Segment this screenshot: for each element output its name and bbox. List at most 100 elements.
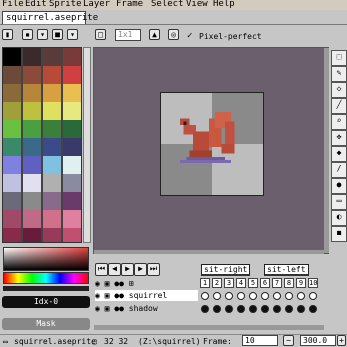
palette-swatch[interactable]	[43, 120, 61, 138]
canvas-vscroll[interactable]	[324, 48, 329, 253]
cel[interactable]	[213, 292, 221, 300]
palette-swatch[interactable]	[3, 174, 21, 192]
menu-sprite[interactable]: Sprite	[49, 0, 82, 10]
frame-header[interactable]: 10	[308, 278, 318, 288]
brush-size-input[interactable]: 1x1	[115, 29, 141, 41]
palette-swatch[interactable]	[43, 102, 61, 120]
cel[interactable]	[249, 292, 257, 300]
palette-swatch[interactable]	[63, 174, 81, 192]
layer-lock-icon[interactable]: ▣	[105, 304, 110, 313]
zoom-input[interactable]: 300.0	[300, 335, 336, 346]
eraser-icon[interactable]: ◇	[331, 82, 347, 98]
palette-swatch[interactable]	[3, 48, 21, 66]
palette-swatch[interactable]	[23, 228, 41, 242]
palette-scrollbar[interactable]	[83, 47, 91, 243]
cel[interactable]	[297, 292, 305, 300]
pencil-icon[interactable]: ✎	[331, 66, 347, 82]
layers-icon[interactable]: ■	[52, 29, 63, 40]
tag-sit-left[interactable]: sit-left	[264, 264, 309, 276]
opacity-icon[interactable]: ◎	[168, 29, 179, 40]
palette-swatch[interactable]	[23, 210, 41, 228]
cel[interactable]	[237, 292, 245, 300]
cel[interactable]	[225, 292, 233, 300]
tag-sit-right[interactable]: sit-right	[201, 264, 251, 276]
palette-swatch[interactable]	[3, 120, 21, 138]
cel[interactable]	[237, 305, 245, 313]
menu-frame[interactable]: Frame	[116, 0, 143, 10]
spray-icon[interactable]: ▭	[331, 194, 347, 210]
palette-swatch[interactable]	[63, 156, 81, 174]
palette-swatch[interactable]	[3, 138, 21, 156]
panel-toggle-icon[interactable]: ▮	[2, 29, 13, 40]
palette-swatch[interactable]	[43, 156, 61, 174]
zoom-icon[interactable]: ⌕	[331, 114, 347, 130]
frame-header[interactable]: 8	[284, 278, 294, 288]
palette-swatch[interactable]	[63, 228, 81, 242]
cel[interactable]	[261, 305, 269, 313]
palette-swatch[interactable]	[63, 138, 81, 156]
next-frame-icon[interactable]: ▶	[134, 263, 147, 276]
brush-shape-icon[interactable]: □	[95, 29, 106, 40]
palette-swatch[interactable]	[63, 210, 81, 228]
hue-slider[interactable]	[3, 272, 89, 284]
cel[interactable]	[285, 292, 293, 300]
continuous-icon[interactable]: ●●	[114, 291, 124, 300]
frame-header[interactable]: 7	[272, 278, 282, 288]
continuous-icon[interactable]: ●●	[114, 304, 124, 313]
bucket-icon[interactable]: ◆	[331, 146, 347, 162]
palette-swatch[interactable]	[63, 66, 81, 84]
palette-swatch[interactable]	[3, 66, 21, 84]
layer-lock-icon[interactable]: ▣	[105, 291, 110, 300]
blur-icon[interactable]: ●	[331, 178, 347, 194]
visibility-icon[interactable]: ◉	[95, 291, 100, 300]
palette-swatch[interactable]	[43, 138, 61, 156]
color-shade-picker[interactable]	[3, 247, 89, 271]
palette-swatch[interactable]	[63, 102, 81, 120]
frame-header[interactable]: 4	[236, 278, 246, 288]
palette-swatch[interactable]	[43, 48, 61, 66]
last-frame-icon[interactable]: ⏭	[147, 263, 160, 276]
cel[interactable]	[201, 305, 209, 313]
palette-swatch[interactable]	[3, 84, 21, 102]
frame-header[interactable]: 2	[212, 278, 222, 288]
contour-icon[interactable]: ◐	[331, 210, 347, 226]
marquee-icon[interactable]: ⬚	[331, 50, 347, 66]
sprite-canvas[interactable]	[160, 92, 264, 196]
frame-header[interactable]: 9	[296, 278, 306, 288]
cel[interactable]	[213, 305, 221, 313]
palette-swatch[interactable]	[23, 102, 41, 120]
cel[interactable]	[225, 305, 233, 313]
palette-swatch[interactable]	[23, 84, 41, 102]
grid-icon[interactable]: ▾	[37, 29, 48, 40]
palette-swatch[interactable]	[23, 156, 41, 174]
layer-row-squirrel[interactable]: ◉ ▣ ●● squirrel	[95, 290, 198, 301]
layer-row-shadow[interactable]: ◉ ▣ ●● shadow	[95, 303, 198, 314]
cel[interactable]	[285, 305, 293, 313]
frame-input[interactable]: 10	[242, 335, 278, 346]
palette-swatch[interactable]	[23, 66, 41, 84]
palette-swatch[interactable]	[23, 120, 41, 138]
canvas-hscroll[interactable]	[94, 250, 324, 254]
palette-swatch[interactable]	[63, 84, 81, 102]
palette-swatch[interactable]	[3, 102, 21, 120]
palette-swatch[interactable]	[23, 192, 41, 210]
lock-icon[interactable]: ▪	[22, 29, 33, 40]
cel[interactable]	[201, 292, 209, 300]
menu-select[interactable]: Select	[151, 0, 184, 10]
play-icon[interactable]: ▶	[121, 263, 134, 276]
cel[interactable]	[309, 292, 317, 300]
palette-swatch[interactable]	[3, 228, 21, 242]
menu-file[interactable]: File	[2, 0, 24, 10]
pixel-perfect-check[interactable]: ✓	[187, 31, 192, 41]
palette-swatch[interactable]	[3, 156, 21, 174]
menu-view[interactable]: View	[186, 0, 208, 10]
zoom-in-icon[interactable]: +	[337, 335, 346, 346]
timeline-hscroll[interactable]	[94, 325, 324, 330]
palette-swatch[interactable]	[63, 48, 81, 66]
palette-swatch[interactable]	[3, 210, 21, 228]
palette-swatch[interactable]	[43, 192, 61, 210]
visibility-icon[interactable]: ◉	[95, 304, 100, 313]
menu-help[interactable]: Help	[213, 0, 235, 10]
eyedropper-icon[interactable]: ╱	[331, 98, 347, 114]
frame-header[interactable]: 3	[224, 278, 234, 288]
